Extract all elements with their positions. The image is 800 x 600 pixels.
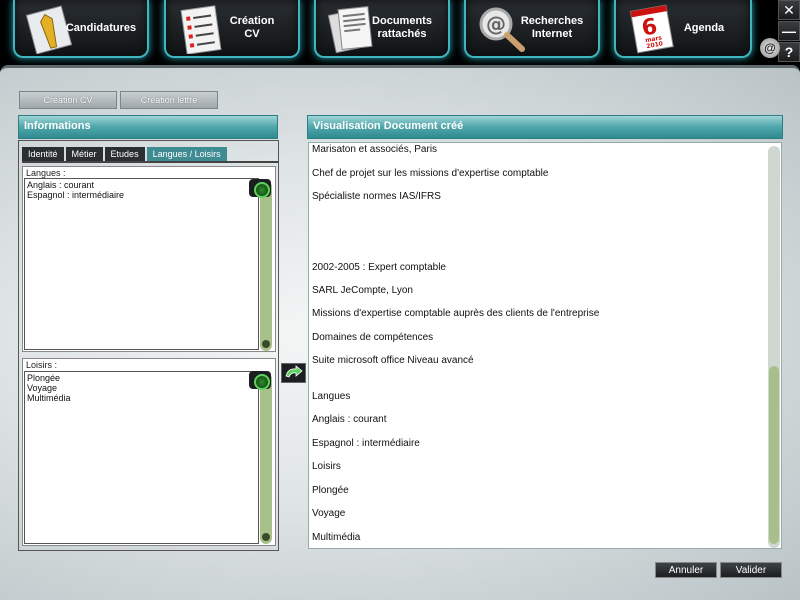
visualisation-header: Visualisation Document créé — [307, 115, 783, 139]
informations-title: Informations — [24, 120, 91, 132]
nav-label: CV — [244, 28, 260, 40]
tab-metier[interactable]: Métier — [65, 147, 103, 161]
creation-lettre-button[interactable]: Création lettre — [120, 91, 218, 109]
doc-line: Multimédia — [312, 532, 361, 543]
refresh-icon[interactable] — [249, 179, 271, 198]
refresh-icon[interactable] — [249, 371, 271, 390]
doc-line: Anglais : courant — [312, 414, 387, 425]
nav-recherches-button[interactable]: @ Recherches Internet — [464, 0, 600, 58]
nav-agenda-button[interactable]: 6 mars 2010 Agenda — [614, 0, 752, 58]
document-scrollbar[interactable] — [768, 146, 780, 548]
doc-line: 2002-2005 : Expert comptable — [312, 262, 446, 273]
creation-cv-label: Création CV — [43, 95, 93, 105]
doc-line: Domaines de compétences — [312, 332, 434, 343]
visualisation-title: Visualisation Document créé — [313, 120, 464, 132]
svg-text:@: @ — [486, 12, 506, 36]
at-icon: @ — [764, 41, 776, 55]
loisirs-scrollbar[interactable] — [260, 373, 272, 544]
doc-line: Langues — [312, 391, 351, 402]
doc-line: Voyage — [312, 508, 346, 519]
document-scroll-thumb[interactable] — [769, 366, 779, 544]
help-button[interactable]: ? — [778, 42, 800, 62]
informations-header: Informations — [18, 115, 278, 139]
loisirs-line: Multimédia — [27, 393, 71, 403]
tab-etudes[interactable]: Etudes — [104, 147, 145, 161]
nav-label: Candidatures — [65, 21, 137, 34]
green-arrow-icon — [285, 365, 303, 378]
transfer-button[interactable] — [281, 363, 306, 383]
document-preview[interactable]: Marisaton et associés, Paris Chef de pro… — [308, 142, 782, 549]
tab-identite[interactable]: Identité — [22, 147, 64, 161]
minimize-icon: — — [782, 23, 796, 39]
minimize-button[interactable]: — — [778, 21, 800, 41]
doc-line: Marisaton et associés, Paris — [312, 144, 438, 155]
scroll-end-dot — [262, 340, 270, 348]
top-navigation: Candidatures Création CV Documents ratta… — [0, 0, 800, 65]
mail-button[interactable]: @ — [760, 38, 780, 58]
nav-creation-cv-button[interactable]: Création CV — [164, 0, 300, 58]
langues-line: Espagnol : intermédiaire — [27, 190, 125, 200]
doc-line: Chef de projet sur les missions d'expert… — [312, 168, 549, 179]
nav-label: Agenda — [683, 21, 725, 34]
creation-lettre-label: Création lettre — [140, 95, 198, 105]
validate-button[interactable]: Valider — [720, 562, 782, 578]
nav-documents-button[interactable]: Documents rattachés — [314, 0, 450, 58]
validate-label: Valider — [735, 564, 767, 576]
nav-candidatures-button[interactable]: Candidatures — [13, 0, 149, 58]
doc-line: Suite microsoft office Niveau avancé — [312, 355, 474, 366]
loisirs-label: Loisirs : — [26, 360, 58, 370]
creation-cv-button[interactable]: Création CV — [19, 91, 117, 109]
tab-langues-loisirs[interactable]: Langues / Loisirs — [146, 147, 227, 161]
nav-label: Documents — [372, 15, 432, 27]
langues-line: Anglais : courant — [27, 180, 95, 190]
info-tabs: Identité Métier Etudes Langues / Loisirs — [22, 147, 229, 161]
loisirs-textarea[interactable]: Plongée Voyage Multimédia — [24, 371, 259, 544]
loisirs-section: Loisirs : Plongée Voyage Multimédia — [22, 358, 276, 546]
nav-label: Recherches — [520, 15, 584, 27]
cancel-label: Annuler — [668, 564, 704, 576]
doc-line: Missions d'expertise comptable auprès de… — [312, 308, 600, 319]
close-icon: ✕ — [783, 1, 795, 18]
help-icon: ? — [784, 44, 794, 60]
doc-line: Loisirs — [312, 461, 341, 472]
doc-line: Plongée — [312, 485, 349, 496]
langues-section: Langues : Anglais : courant Espagnol : i… — [22, 166, 276, 352]
doc-line: Spécialiste normes IAS/IFRS — [312, 191, 441, 202]
doc-line: SARL JeCompte, Lyon — [312, 285, 413, 296]
nav-label: Internet — [531, 28, 573, 40]
nav-label: Création — [229, 15, 275, 27]
loisirs-line: Plongée — [27, 373, 61, 383]
close-button[interactable]: ✕ — [778, 0, 800, 20]
nav-label: rattachés — [377, 28, 427, 40]
scroll-end-dot — [262, 533, 270, 541]
cancel-button[interactable]: Annuler — [655, 562, 717, 578]
loisirs-line: Voyage — [27, 383, 58, 393]
langues-textarea[interactable]: Anglais : courant Espagnol : intermédiai… — [24, 178, 259, 350]
langues-scrollbar[interactable] — [260, 181, 272, 351]
doc-line: Espagnol : intermédiaire — [312, 438, 420, 449]
tab-underline — [22, 161, 278, 163]
